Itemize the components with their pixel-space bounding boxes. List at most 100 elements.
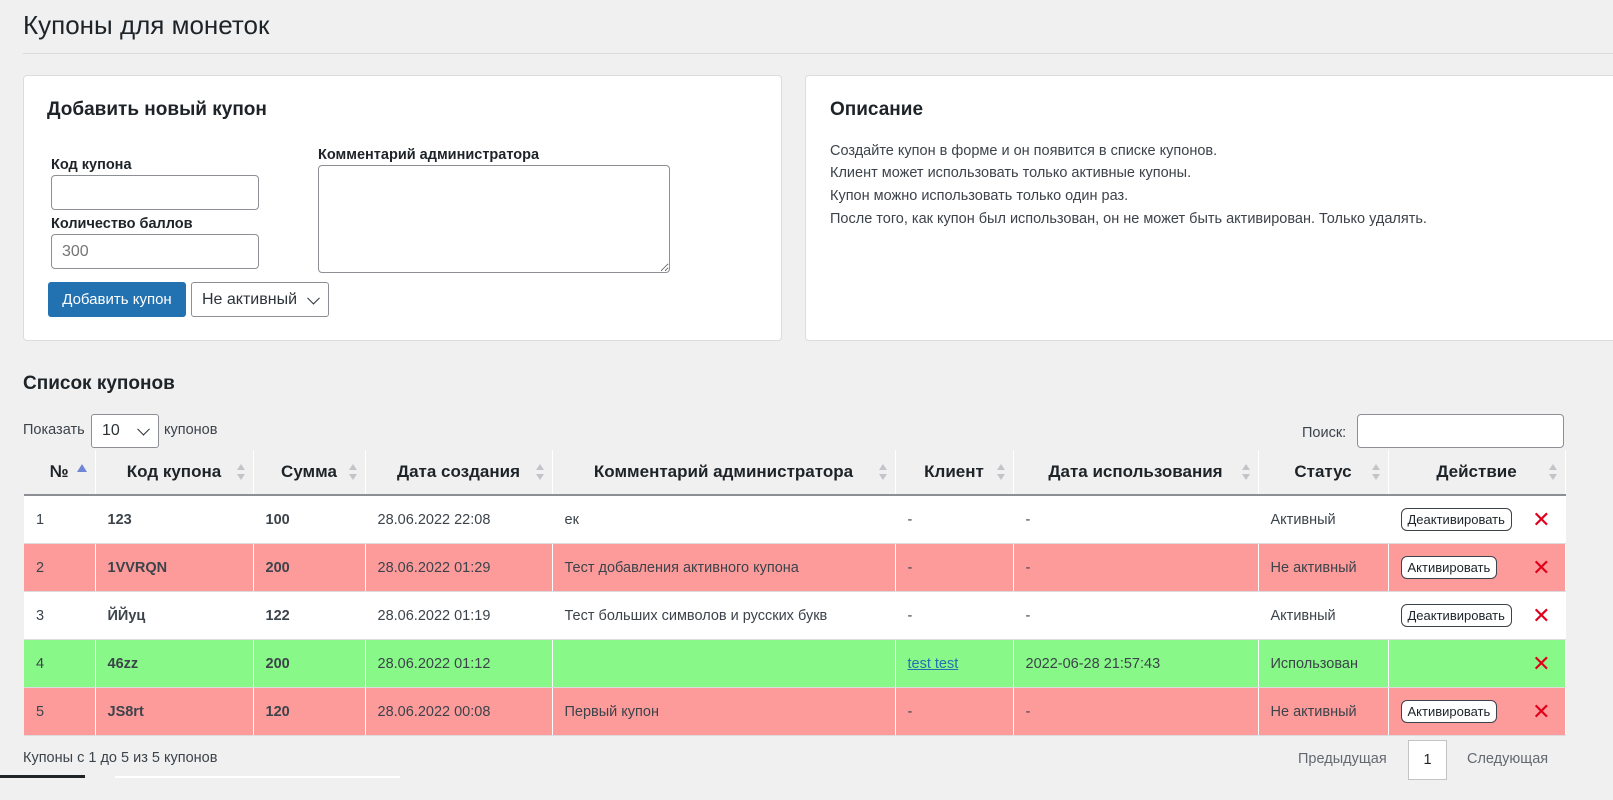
cell-used-date: 2022-06-28 21:57:43 — [1013, 639, 1259, 688]
search-input[interactable] — [1357, 414, 1564, 448]
column-header-label: Дата создания — [396, 462, 521, 481]
points-label: Количество баллов — [51, 216, 193, 232]
cell-comment: Тест больших символов и русских букв — [552, 591, 896, 640]
page-title: Купоны для монеток — [23, 10, 270, 40]
column-header-created[interactable]: Дата создания — [365, 450, 553, 496]
coupon-code-input[interactable] — [51, 175, 259, 210]
close-x-icon[interactable]: ✕ — [1532, 556, 1550, 579]
cell-status: Активный — [1258, 495, 1389, 544]
column-header-code[interactable]: Код купона — [95, 450, 254, 496]
table-info: Купоны с 1 до 5 из 5 купонов — [23, 750, 218, 766]
cell-number: 3 — [24, 591, 96, 640]
cell-code: JS8rt — [95, 687, 254, 736]
column-header-status[interactable]: Статус — [1258, 450, 1389, 496]
coupon-status-select[interactable]: Не активный — [191, 282, 329, 317]
cell-action: ✕ — [1388, 639, 1566, 688]
cell-code: 1VVRQN — [95, 543, 254, 592]
page-size-select[interactable]: 10 — [91, 414, 159, 448]
close-x-icon[interactable]: ✕ — [1532, 652, 1550, 675]
description-line: Клиент может использовать только активны… — [830, 165, 1192, 181]
column-header-label: Комментарий администратора — [593, 462, 854, 481]
column-header-number[interactable]: № — [24, 450, 96, 496]
column-header-label: Дата использования — [1048, 462, 1223, 481]
next-page-button[interactable]: Следующая — [1467, 751, 1548, 767]
cell-action: Деактивировать ✕ — [1388, 591, 1566, 640]
sort-icon — [878, 464, 887, 480]
sort-icon — [348, 464, 357, 480]
cell-created: 28.06.2022 01:12 — [365, 639, 553, 688]
description-card: Описание Создайте купон в форме и он поя… — [805, 75, 1613, 341]
cell-code: 46zz — [95, 639, 254, 688]
deactivate-button[interactable]: Деактивировать — [1400, 604, 1512, 627]
cell-number: 4 — [24, 639, 96, 688]
coupon-status-select-value: Не активный — [202, 290, 298, 308]
add-coupon-button[interactable]: Добавить купон — [48, 282, 186, 317]
cell-sum: 122 — [253, 591, 366, 640]
cell-used-date: - — [1013, 495, 1259, 544]
column-header-label: Код купона — [126, 462, 222, 481]
cell-client: - — [895, 543, 1014, 592]
cell-comment: Первый купон — [552, 687, 896, 736]
sort-icon — [236, 464, 245, 480]
search-label: Поиск: — [1302, 425, 1347, 441]
cell-created: 28.06.2022 22:08 — [365, 495, 553, 544]
sort-ascending-icon — [76, 464, 87, 472]
cell-action: Активировать ✕ — [1388, 543, 1566, 592]
cell-sum: 100 — [253, 495, 366, 544]
cell-created: 28.06.2022 01:29 — [365, 543, 553, 592]
admin-comment-textarea[interactable] — [318, 165, 670, 273]
add-coupon-card: Добавить новый купон Код купона Количест… — [23, 75, 782, 341]
cell-used-date: - — [1013, 543, 1259, 592]
current-page-button[interactable]: 1 — [1408, 740, 1447, 780]
activate-button[interactable]: Активировать — [1400, 556, 1498, 579]
description-line: Купон можно использовать только один раз… — [830, 188, 1129, 204]
coupon-list-title: Список купонов — [23, 373, 175, 394]
coupon-code-label: Код купона — [51, 157, 132, 173]
close-x-icon[interactable]: ✕ — [1532, 508, 1550, 531]
cell-created: 28.06.2022 01:19 — [365, 591, 553, 640]
table-row: 1 123 100 28.06.2022 22:08 ек - - Активн… — [24, 495, 1566, 544]
coupons-table: № Код купона Сумма Дата создания Коммент… — [24, 450, 1566, 736]
column-header-label: Статус — [1294, 462, 1352, 481]
cell-number: 1 — [24, 495, 96, 544]
cell-status: Не активный — [1258, 543, 1389, 592]
close-x-icon[interactable]: ✕ — [1532, 700, 1550, 723]
column-header-label: № — [49, 462, 69, 481]
close-x-icon[interactable]: ✕ — [1532, 604, 1550, 627]
page-size-value: 10 — [102, 422, 120, 439]
cell-action: Активировать ✕ — [1388, 687, 1566, 736]
cell-created: 28.06.2022 00:08 — [365, 687, 553, 736]
table-row: 4 46zz 200 28.06.2022 01:12 test test 20… — [24, 639, 1566, 688]
activate-button[interactable]: Активировать — [1400, 700, 1498, 723]
column-header-comment[interactable]: Комментарий администратора — [552, 450, 896, 496]
cell-comment: Тест добавления активного купона — [552, 543, 896, 592]
description-line: После того, как купон был использован, о… — [830, 211, 1427, 227]
cell-status: Не активный — [1258, 687, 1389, 736]
table-row: 3 ЙЙуц 122 28.06.2022 01:19 Тест больших… — [24, 591, 1566, 640]
column-header-client[interactable]: Клиент — [895, 450, 1014, 496]
deactivate-button[interactable]: Деактивировать — [1400, 508, 1512, 531]
bottom-edge-bar — [0, 775, 85, 778]
cell-sum: 200 — [253, 543, 366, 592]
table-row: 2 1VVRQN 200 28.06.2022 01:29 Тест добав… — [24, 543, 1566, 592]
cell-status: Использован — [1258, 639, 1389, 688]
cell-status: Активный — [1258, 591, 1389, 640]
column-header-action[interactable]: Действие — [1388, 450, 1566, 496]
show-suffix: купонов — [164, 422, 218, 438]
client-link[interactable]: test test — [908, 656, 959, 672]
column-header-label: Клиент — [924, 462, 984, 481]
sort-icon — [535, 464, 544, 480]
add-coupon-title: Добавить новый купон — [47, 99, 267, 120]
cell-used-date: - — [1013, 591, 1259, 640]
column-header-sum[interactable]: Сумма — [253, 450, 366, 496]
cell-comment: ек — [552, 495, 896, 544]
bottom-edge-bar — [115, 776, 400, 778]
points-input[interactable] — [51, 234, 259, 269]
column-header-used-date[interactable]: Дата использования — [1013, 450, 1259, 496]
sort-icon — [996, 464, 1005, 480]
cell-sum: 120 — [253, 687, 366, 736]
sort-icon — [1241, 464, 1250, 480]
cell-client: - — [895, 495, 1014, 544]
previous-page-button[interactable]: Предыдущая — [1298, 751, 1387, 767]
column-header-label: Действие — [1436, 462, 1517, 481]
